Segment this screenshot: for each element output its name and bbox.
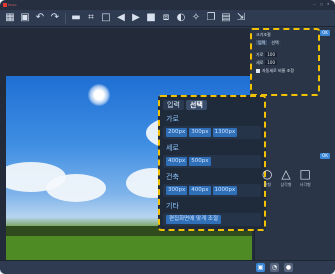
grid-icon[interactable]: ▦ (3, 11, 17, 25)
move-right-icon[interactable]: ▶ (129, 11, 143, 25)
popup-tabs: 입력 선택 (163, 100, 261, 110)
title-bar: Photo — □ ✕ (0, 0, 335, 10)
size-preset-popup: 입력 선택 가로 200px 300px 1300px 세로 400px 500… (158, 95, 266, 231)
app-logo-icon (3, 3, 7, 7)
fit-to-screen-button[interactable]: 편집화면에 맞게 조절 (166, 215, 222, 224)
width-preset-row: 200px 300px 1300px (163, 126, 261, 139)
tab-input[interactable]: 입력 (256, 40, 268, 45)
height-field[interactable]: 100 (265, 60, 278, 65)
toolbar: ▦ ▣ ↶ ↷ ▬ ⌗ □ ◀ ▶ ■ ⧈ ◐ ✧ ❐ ▤ ⇲ (0, 10, 335, 27)
cloud-image (46, 174, 106, 202)
close-button[interactable]: ✕ (327, 2, 330, 6)
export-icon[interactable]: ⇲ (234, 11, 248, 25)
wand-icon[interactable]: ✧ (189, 11, 203, 25)
width-label: 가로 (256, 52, 264, 57)
sun-image (88, 84, 110, 106)
section-other-title: 기타 (166, 202, 179, 210)
zoom-icon[interactable]: ◔ (270, 263, 279, 272)
shape-label: 사각형 (299, 182, 311, 187)
maximize-button[interactable]: □ (320, 2, 323, 6)
height-400px-button[interactable]: 400px (166, 157, 188, 166)
tab-select[interactable]: 선택 (269, 40, 281, 45)
status-bar: ▣ ◔ ● (0, 260, 335, 274)
circle-icon: ○ (262, 167, 273, 181)
layers-icon[interactable]: ❐ (204, 11, 218, 25)
construction-300px-button[interactable]: 300px (166, 186, 188, 195)
resize-panel: 크기조절 입력 선택 가로 100 세로 100 자동세로 비율 조정 (250, 28, 320, 96)
other-preset-row: 편집화면에 맞게 조절 (163, 213, 261, 226)
shape-circle[interactable]: ○ 원형 (262, 168, 272, 188)
frame-icon[interactable]: □ (99, 11, 113, 25)
height-500px-button[interactable]: 500px (189, 157, 211, 166)
resize-panel-title: 크기조절 (256, 32, 271, 37)
panel-badge-2[interactable]: OK (320, 153, 330, 159)
triangle-icon: △ (281, 167, 291, 181)
height-label: 세로 (256, 60, 264, 65)
minimize-button[interactable]: — (313, 2, 316, 6)
panel-badge[interactable]: OK (320, 30, 330, 36)
toolbar-divider (65, 12, 66, 24)
shape-square[interactable]: □ 사각형 (300, 168, 311, 188)
section-width-title: 가로 (166, 115, 179, 123)
square-shape-icon: □ (299, 167, 311, 181)
picture-icon[interactable]: ▣ (18, 11, 32, 25)
construction-400px-button[interactable]: 400px (189, 186, 211, 195)
width-1300px-button[interactable]: 1300px (212, 128, 238, 137)
shape-label: 삼각형 (280, 182, 292, 187)
undo-icon[interactable]: ↶ (33, 11, 47, 25)
app-window: Photo — □ ✕ ▦ ▣ ↶ ↷ ▬ ⌗ □ ◀ ▶ ■ ⧈ ◐ ✧ ❐ … (0, 0, 335, 274)
section-height-title: 세로 (166, 144, 179, 152)
move-left-icon[interactable]: ◀ (114, 11, 128, 25)
popup-tab-select[interactable]: 선택 (185, 100, 207, 110)
width-row: 가로 100 (256, 52, 278, 57)
crop-icon[interactable]: ⌗ (84, 11, 98, 25)
rectangle-icon[interactable]: ▬ (69, 11, 83, 25)
popup-tab-input[interactable]: 입력 (163, 100, 184, 110)
app-name: Photo (8, 3, 17, 7)
aspect-row: 자동세로 비율 조정 (256, 68, 294, 73)
square-icon[interactable]: ■ (144, 11, 158, 25)
construction-1000px-button[interactable]: 1000px (212, 186, 238, 195)
color-wheel-icon[interactable]: ◐ (174, 11, 188, 25)
width-300px-button[interactable]: 300px (189, 128, 211, 137)
section-construction-title: 건축 (166, 173, 179, 181)
height-row: 세로 100 (256, 60, 278, 65)
settings-icon[interactable]: ● (284, 263, 293, 272)
redo-icon[interactable]: ↷ (48, 11, 62, 25)
width-200px-button[interactable]: 200px (166, 128, 188, 137)
height-preset-row: 400px 500px (163, 155, 261, 168)
panel-icon[interactable]: ▤ (219, 11, 233, 25)
shapes-row: ○ 원형 △ 삼각형 □ 사각형 (262, 168, 311, 188)
width-field[interactable]: 100 (265, 52, 278, 57)
shape-triangle[interactable]: △ 삼각형 (280, 168, 291, 188)
shape-label: 원형 (263, 182, 271, 187)
resize-panel-tabs: 입력 선택 (256, 40, 281, 45)
aspect-checkbox[interactable] (256, 68, 260, 73)
aspect-label: 자동세로 비율 조정 (262, 68, 294, 73)
view-icon[interactable]: ▣ (256, 263, 265, 272)
resize-icon[interactable]: ⧈ (159, 11, 173, 25)
construction-preset-row: 300px 400px 1000px (163, 184, 261, 197)
